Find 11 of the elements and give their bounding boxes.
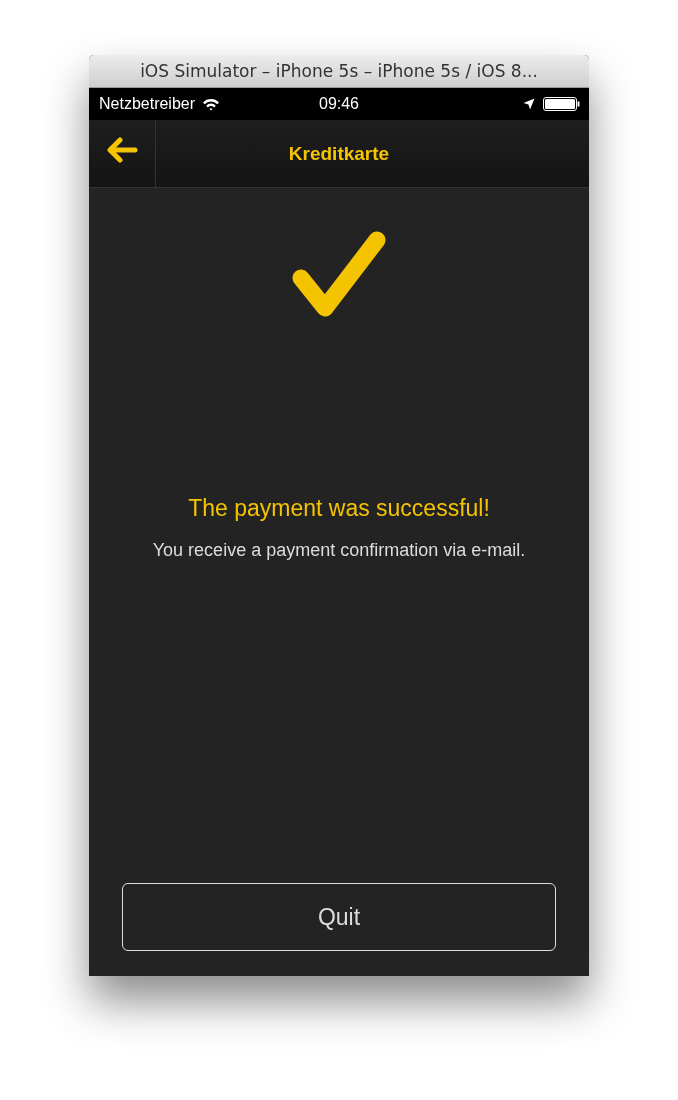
quit-button[interactable]: Quit [122, 883, 556, 951]
left-arrow-icon [106, 136, 138, 163]
wifi-icon [202, 97, 221, 111]
carrier-name: Netzbetreiber [99, 95, 196, 113]
status-time: 09:46 [319, 95, 359, 113]
location-arrow-icon [523, 98, 535, 110]
confirmation-text: You receive a payment confirmation via e-mail. [152, 540, 526, 561]
window-title: iOS Simulator – iPhone 5s – iPhone 5s / iOS 8... [140, 61, 538, 81]
nav-title: Kreditkarte [288, 142, 390, 165]
success-heading: The payment was successful! [188, 495, 490, 522]
battery-icon [543, 97, 581, 111]
